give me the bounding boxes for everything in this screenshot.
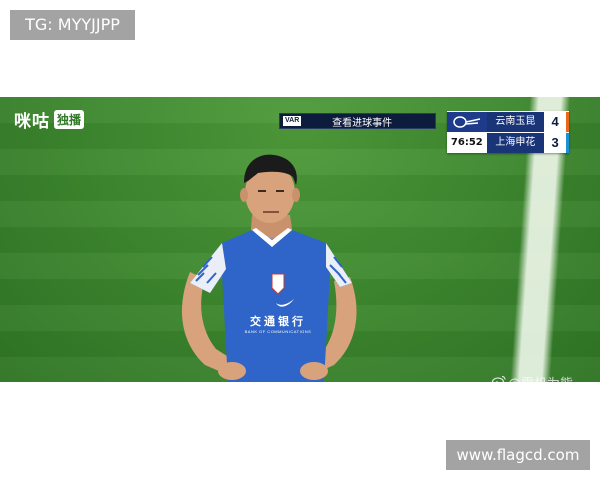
broadcaster-logo: 咪咕 独播 xyxy=(14,109,85,131)
var-review-banner: VAR 查看进球事件 xyxy=(279,113,436,129)
sponsor-subtext: BANK OF COMMUNICATIONS xyxy=(244,329,312,334)
broadcaster-name: 咪咕 xyxy=(14,111,50,131)
away-team-name: 上海申花 xyxy=(486,133,545,153)
site-url-tag: www.flagcd.com xyxy=(446,440,590,470)
away-team-score: 3 xyxy=(544,133,569,153)
scoreboard-row-away: 76:52 上海申花 3 xyxy=(447,133,569,153)
league-logo-icon xyxy=(447,112,487,132)
watermark-text: @零机为熊 xyxy=(508,373,573,382)
var-review-text: 查看进球事件 xyxy=(332,117,393,129)
video-frame[interactable]: 交通银行 BANK OF COMMUNICATIONS 咪咕 独播 VAR 查看… xyxy=(0,97,600,382)
channel-tag: TG: MYYJJPP xyxy=(10,10,135,40)
jersey-sponsor: 交通银行 BANK OF COMMUNICATIONS xyxy=(236,313,320,334)
scoreboard-row-home: 云南玉昆 4 xyxy=(447,112,569,132)
sponsor-text: 交通银行 xyxy=(250,315,306,328)
var-badge: VAR xyxy=(283,116,302,126)
scoreboard: 云南玉昆 4 76:52 上海申花 3 xyxy=(447,111,569,153)
weibo-icon xyxy=(491,375,506,382)
creator-watermark: @零机为熊 xyxy=(491,373,573,382)
home-team-name: 云南玉昆 xyxy=(486,112,545,132)
match-clock: 76:52 xyxy=(447,133,487,153)
home-team-score: 4 xyxy=(544,112,569,132)
exclusive-badge: 独播 xyxy=(54,109,85,129)
